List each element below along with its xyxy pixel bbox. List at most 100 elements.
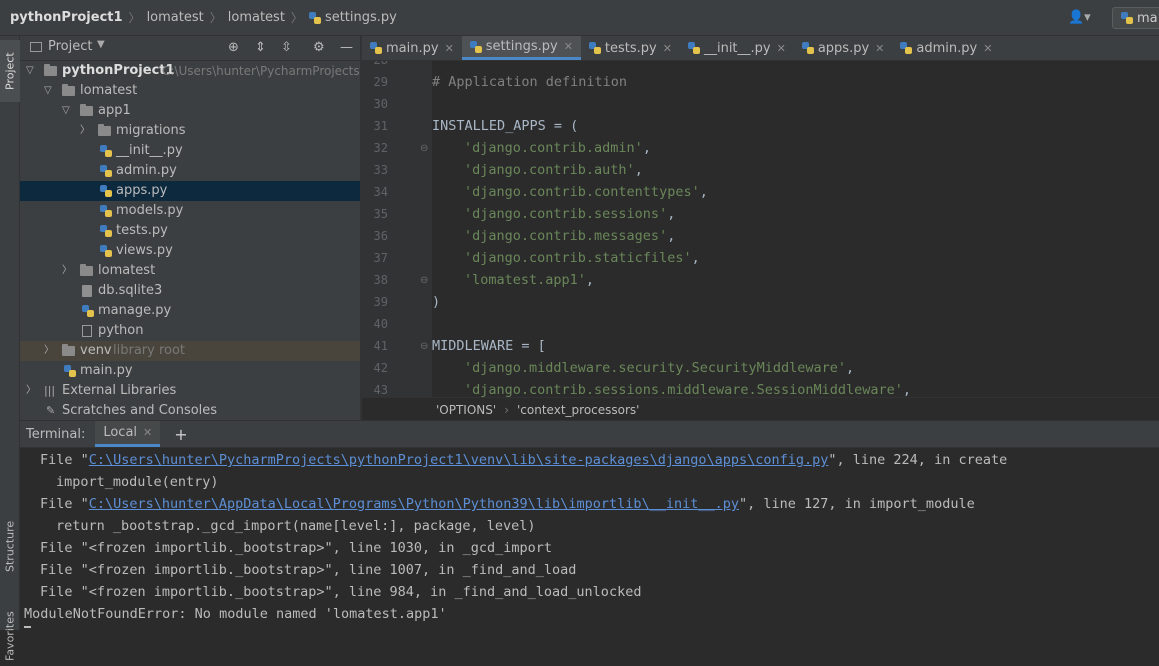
code-breadcrumb-options[interactable]: 'OPTIONS' (436, 403, 496, 417)
minimize-icon[interactable]: — (340, 40, 353, 55)
tree-item-label: tests.py (116, 223, 168, 238)
structure-tool-tab[interactable]: Structure (0, 496, 20, 596)
chevron-down-icon[interactable]: ▼ (97, 39, 105, 50)
chevron-down-icon[interactable]: ▽ (26, 61, 34, 81)
line-number: 43 (373, 383, 388, 397)
tree-item-views-py[interactable]: views.py (20, 241, 360, 261)
breadcrumb-lomatest[interactable]: lomatest (147, 10, 204, 25)
tree-item-admin-py[interactable]: admin.py (20, 161, 360, 181)
tab-settings-py[interactable]: settings.py ✕ (461, 36, 581, 60)
tree-item-scratches[interactable]: ✎ Scratches and Consoles (20, 401, 360, 420)
line-number: 40 (373, 317, 388, 331)
close-icon[interactable]: ✕ (143, 426, 152, 439)
code-string: 'django.contrib.admin' (464, 140, 643, 156)
chevron-down-icon[interactable]: ▽ (62, 101, 70, 121)
terminal-output[interactable]: File "C:\Users\hunter\PycharmProjects\py… (20, 448, 1159, 630)
locate-file-icon[interactable]: ⊕ (228, 40, 239, 55)
favorites-tool-tab[interactable]: Favorites (0, 606, 20, 666)
tree-item-python[interactable]: python (20, 321, 360, 341)
user-account-icon[interactable]: 👤▾ (1068, 10, 1091, 25)
tree-item-lomatest[interactable]: ▽ lomatest (20, 81, 360, 101)
tab-terminal-local[interactable]: Local ✕ (95, 421, 161, 447)
tree-item-manage-py[interactable]: manage.py (20, 301, 360, 321)
tree-item-init-py[interactable]: __init__.py (20, 141, 360, 161)
expand-all-icon[interactable]: ⇕ (255, 40, 266, 55)
project-view-title[interactable]: Project (48, 39, 92, 54)
tree-item-label: db.sqlite3 (98, 283, 163, 298)
tree-item-tests-py[interactable]: tests.py (20, 221, 360, 241)
python-file-icon (64, 365, 76, 377)
fold-marker-icon[interactable]: ⊖ (420, 143, 428, 154)
tree-item-models-py[interactable]: models.py (20, 201, 360, 221)
code-line: 'django.contrib.contenttypes', (464, 184, 708, 200)
tree-item-apps-py[interactable]: apps.py (20, 181, 360, 201)
line-number: 28 (362, 61, 388, 67)
add-terminal-icon[interactable]: + (174, 425, 187, 444)
tree-item-lomatest-inner[interactable]: 〉 lomatest (20, 261, 360, 281)
fold-marker-icon[interactable]: ⊖ (420, 275, 428, 286)
code-line: MIDDLEWARE = [ (432, 338, 546, 354)
package-folder-icon (80, 104, 93, 116)
chevron-down-icon[interactable]: ▽ (44, 81, 52, 101)
gear-icon[interactable]: ⚙ (313, 40, 325, 55)
fold-marker-icon[interactable]: ⊖ (420, 341, 428, 352)
collapse-all-icon[interactable]: ⇳ (281, 40, 292, 55)
line-number: 29 (373, 75, 388, 89)
folder-icon (44, 64, 57, 76)
folder-icon (62, 344, 75, 356)
tree-item-label: venv (80, 343, 112, 358)
code-area[interactable]: # Application definition INSTALLED_APPS … (432, 61, 1159, 397)
code-breadcrumb-context-processors[interactable]: 'context_processors' (517, 403, 639, 417)
close-icon[interactable]: ✕ (663, 42, 672, 55)
close-icon[interactable]: ✕ (445, 42, 454, 55)
text-file-icon (82, 325, 92, 337)
tree-item-label: Scratches and Consoles (62, 403, 218, 418)
tree-item-app1[interactable]: ▽ app1 (20, 101, 360, 121)
close-icon[interactable]: ✕ (983, 42, 992, 55)
tab-init-py[interactable]: __init__.py ✕ (680, 36, 794, 60)
tree-item-label: lomatest (98, 263, 156, 278)
tree-item-pythonproject1[interactable]: ▽ pythonProject1 C:\Users\hunter\Pycharm… (20, 61, 360, 81)
python-file-icon (469, 40, 482, 53)
close-icon[interactable]: ✕ (777, 42, 786, 55)
tree-item-external-libraries[interactable]: 〉 ||| External Libraries (20, 381, 360, 401)
tab-tests-py[interactable]: tests.py ✕ (581, 36, 680, 60)
project-tool-tab[interactable]: Project (0, 40, 20, 102)
chevron-right-icon[interactable]: 〉 (62, 261, 72, 281)
breadcrumb-settings-file[interactable]: settings.py (308, 10, 397, 25)
code-line: ) (432, 294, 441, 310)
tree-item-migrations[interactable]: 〉 migrations (20, 121, 360, 141)
breadcrumb-lomatest-inner[interactable]: lomatest (228, 10, 285, 25)
python-file-icon (308, 11, 321, 24)
file-link[interactable]: C:\Users\hunter\AppData\Local\Programs\P… (89, 496, 739, 512)
breadcrumb-project[interactable]: pythonProject1 (10, 10, 123, 25)
python-icon (1121, 12, 1133, 24)
line-number: 31 (373, 119, 388, 133)
run-configuration-select[interactable]: ma (1112, 7, 1159, 29)
breadcrumb-settings-label: settings.py (324, 10, 397, 25)
terminal-line: File "<frozen importlib._bootstrap>", li… (40, 540, 553, 556)
python-file-icon (100, 165, 112, 177)
tree-item-main-py[interactable]: main.py (20, 361, 360, 381)
tree-item-venv[interactable]: 〉 venv library root (20, 341, 360, 361)
terminal-text: ", line 224, in create (828, 452, 1008, 468)
chevron-right-icon[interactable]: 〉 (80, 121, 90, 141)
close-icon[interactable]: ✕ (564, 40, 573, 53)
code-string: 'django.contrib.staticfiles' (464, 250, 692, 266)
tab-main-py[interactable]: main.py ✕ (362, 36, 462, 60)
chevron-right-icon[interactable]: 〉 (44, 341, 54, 361)
terminal-line: import_module(entry) (56, 474, 219, 490)
python-file-icon (687, 42, 700, 54)
navigation-bar: pythonProject1 〉 lomatest 〉 lomatest 〉 s… (0, 0, 1159, 36)
file-link[interactable]: C:\Users\hunter\PycharmProjects\pythonPr… (89, 452, 829, 468)
terminal-line: File "C:\Users\hunter\PycharmProjects\py… (40, 452, 1007, 468)
chevron-right-icon[interactable]: 〉 (26, 381, 36, 401)
tree-item-label: main.py (80, 363, 133, 378)
line-number: 42 (373, 361, 388, 375)
tree-item-db-sqlite3[interactable]: db.sqlite3 (20, 281, 360, 301)
code-line: 'django.contrib.messages', (464, 228, 675, 244)
code-line: 'django.contrib.staticfiles', (464, 250, 700, 266)
tab-apps-py[interactable]: apps.py ✕ (794, 36, 893, 60)
tab-admin-py[interactable]: admin.py ✕ (892, 36, 1000, 60)
close-icon[interactable]: ✕ (875, 42, 884, 55)
